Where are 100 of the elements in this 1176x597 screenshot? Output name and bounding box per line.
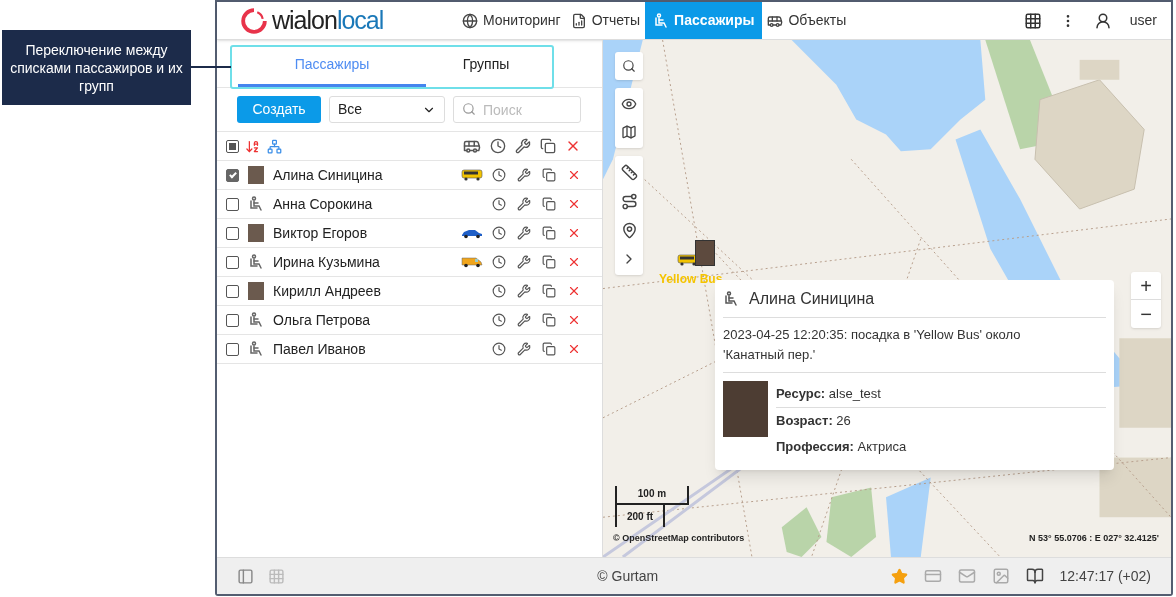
passenger-row[interactable]: Виктор Егоров [217,219,602,248]
nav-tab[interactable]: Объекты [762,2,852,39]
photo-placeholder [723,381,768,437]
copy-icon[interactable] [542,197,556,211]
checkbox[interactable] [226,139,239,153]
info-field: Возраст: 26 [776,408,1106,434]
scale-bar: 100 m [615,486,689,505]
copy-icon[interactable] [540,138,556,154]
wrench-icon[interactable] [517,342,531,356]
user-icon[interactable] [1093,11,1112,30]
map-search-button[interactable] [615,52,643,80]
clock-icon[interactable] [492,168,506,182]
hierarchy-icon[interactable] [267,138,282,154]
passenger-name: Алина Синицина [273,165,383,185]
checkbox[interactable] [226,168,239,182]
user-name[interactable]: user [1129,10,1157,31]
checkbox[interactable] [226,342,239,356]
globe-icon [462,12,478,29]
search-icon [622,59,636,73]
clock-icon[interactable] [492,226,506,240]
bus-icon [461,169,483,181]
checkbox[interactable] [226,197,239,211]
seated-person-icon [248,254,264,270]
delete-icon[interactable] [567,197,581,211]
passenger-row[interactable]: Павел Иванов [217,335,602,364]
copyright-text: © Gurtam [597,566,659,586]
nav-tab[interactable]: Отчеты [565,2,646,39]
book-icon[interactable] [1025,567,1044,585]
wrench-icon[interactable] [517,284,531,298]
passenger-name: Павел Иванов [273,339,366,359]
clock-icon[interactable] [492,255,506,269]
eye-icon[interactable] [621,96,637,112]
clock-icon[interactable] [492,342,506,356]
seated-person-icon [723,290,739,307]
filter-dropdown[interactable]: Все [329,96,445,123]
leader-line [191,66,231,68]
clock-icon[interactable] [492,284,506,298]
info-field: Профессия: Актриса [776,434,1106,460]
passenger-row[interactable]: Ирина Кузьмина [217,248,602,277]
copy-icon[interactable] [542,284,556,298]
wialon-logo[interactable]: wialonlocal [217,2,457,39]
map-attribution: © OpenStreetMap contributors [613,532,745,545]
wrench-icon[interactable] [517,197,531,211]
checkbox[interactable] [226,313,239,327]
star-icon[interactable] [890,567,908,585]
delete-icon[interactable] [567,255,581,269]
copy-icon[interactable] [542,168,556,182]
passenger-name: Кирилл Андреев [273,281,381,301]
seated-person-icon [248,312,264,328]
panel-toggle-icon[interactable] [237,567,254,585]
passenger-name: Ирина Кузьмина [273,252,380,272]
delete-icon[interactable] [567,284,581,298]
list-tab[interactable]: Группы [426,47,546,87]
zoom-in-button[interactable]: + [1131,272,1161,300]
clock-icon[interactable] [490,138,506,154]
delete-icon[interactable] [567,342,581,356]
event-text: 2023-04-25 12:20:35: посадка в 'Yellow Bus' около 'Канатный пер.' [723,318,1106,373]
scale-bar: 200 ft [615,505,665,527]
wrench-icon[interactable] [517,226,531,240]
ruler-icon[interactable] [620,164,638,181]
seated-person-icon [248,341,264,357]
apps-grid-icon[interactable] [1023,11,1042,30]
clock-icon[interactable] [492,313,506,327]
delete-icon[interactable] [567,313,581,327]
search-icon [462,102,476,116]
wrench-icon[interactable] [517,168,531,182]
copy-icon[interactable] [542,313,556,327]
clock-icon[interactable] [492,197,506,211]
passenger-row[interactable]: Кирилл Андреев [217,277,602,306]
checkbox[interactable] [226,255,239,269]
seated-person-icon [653,12,670,29]
wrench-icon[interactable] [517,313,531,327]
pins-icon[interactable] [620,222,638,239]
wrench-icon[interactable] [517,255,531,269]
coordinates-text: N 53° 55.0706 : E 027° 32.4125' [1029,532,1159,545]
copy-icon[interactable] [542,226,556,240]
seated-person-icon [248,196,264,212]
zoom-out-button[interactable]: − [1131,300,1161,328]
passenger-name: Анна Сорокина [273,194,373,214]
photo-placeholder [248,282,264,300]
route-icon[interactable] [620,193,638,210]
delete-icon[interactable] [567,168,581,182]
info-field: Ресурс: alse_test [776,381,1106,408]
nav-tab[interactable]: Мониторинг [457,2,566,39]
photo-placeholder [248,224,264,242]
copy-icon[interactable] [542,342,556,356]
passenger-row[interactable]: Ольга Петрова [217,306,602,335]
report-icon [570,12,587,29]
wrench-icon[interactable] [515,138,531,154]
passenger-name: Виктор Егоров [273,223,368,243]
search-field[interactable]: Поиск [453,96,581,123]
passenger-name: Ольга Петрова [273,310,371,330]
passenger-row[interactable]: Анна Сорокина [217,190,602,219]
passenger-row[interactable]: Алина Синицина [217,161,602,190]
copy-icon[interactable] [542,255,556,269]
checkbox[interactable] [226,226,239,240]
delete-icon[interactable] [567,226,581,240]
checkbox[interactable] [226,284,239,298]
map-layers-icon[interactable] [621,124,637,140]
sort-az-icon[interactable] [245,138,260,154]
